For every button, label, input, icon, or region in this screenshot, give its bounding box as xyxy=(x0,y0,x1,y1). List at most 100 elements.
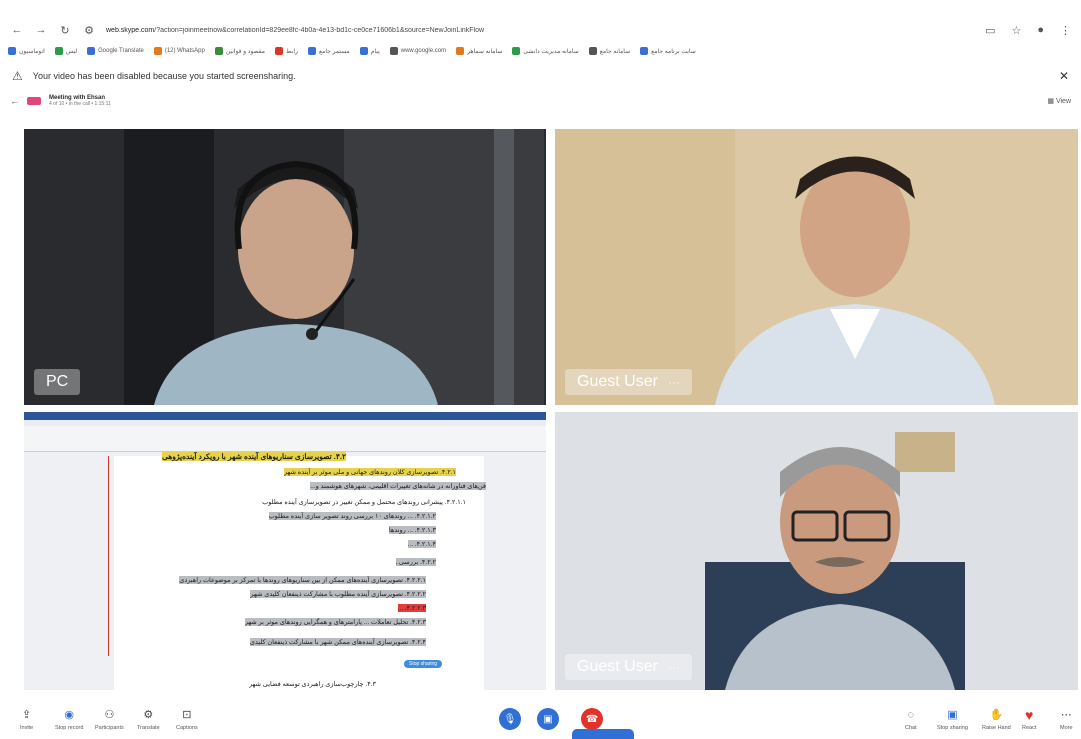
bookmark-label: رابط xyxy=(286,48,298,55)
react-button[interactable]: ♥ React xyxy=(1022,708,1036,731)
bookmark-favicon-icon xyxy=(307,47,316,55)
hang-up-icon: ☎ xyxy=(585,713,599,725)
view-button[interactable]: ▦ View xyxy=(1047,97,1071,105)
toolbar-label: Stop sharing xyxy=(937,725,968,731)
back-arrow-icon[interactable]: ← xyxy=(10,96,19,106)
address-bar: ← → ↻ ⚙ web.skype.com/?action=joinmeetno… xyxy=(0,18,1081,42)
toolbar-label: Translate xyxy=(137,725,160,731)
document-line: ۴.۲.۱. تصویرسازی کلان روندهای جهانی و مل… xyxy=(283,468,456,476)
chat-button[interactable]: ◌ Chat xyxy=(905,708,917,731)
star-icon[interactable]: ☆ xyxy=(1011,24,1021,37)
url-host: web.skype.com xyxy=(106,26,155,34)
participant-name: Guest User xyxy=(577,373,658,390)
invite-button[interactable]: ⇪ Invite xyxy=(20,708,33,731)
participants-icon: ⚇ xyxy=(104,709,115,721)
video-tile-guest-2[interactable]: Guest User ··· xyxy=(555,412,1078,690)
bookmark-label: سامانه جامع xyxy=(599,48,631,55)
toolbar-label: More xyxy=(1060,725,1073,731)
document-line: ۴.۲.۳. تحلیل تعاملات ... پارامترهای و هم… xyxy=(244,618,426,626)
toolbar-label: Chat xyxy=(905,725,917,731)
captions-button[interactable]: ⊡ Captions xyxy=(176,708,198,731)
toolbar-label: Invite xyxy=(20,725,34,731)
record-button[interactable]: ◉ Stop record xyxy=(55,708,83,731)
word-ribbon xyxy=(24,412,546,452)
profile-icon[interactable]: ● xyxy=(1037,24,1044,36)
bookmark-item[interactable]: پیام xyxy=(359,47,380,55)
close-icon[interactable]: ✕ xyxy=(1059,69,1069,83)
bookmark-favicon-icon xyxy=(8,47,16,55)
toolbar-label: Participants xyxy=(95,725,124,731)
url-path: /?action=joinmeetnow&correlationId=829ee… xyxy=(154,26,485,34)
bookmark-item[interactable]: سامانه جامع xyxy=(588,47,631,55)
bookmark-favicon-icon xyxy=(389,47,398,55)
bookmark-label: مقصود و قوانین xyxy=(225,48,265,55)
bookmark-item[interactable]: www.google.com xyxy=(389,47,446,55)
translate-icon: ⚙ xyxy=(143,709,154,721)
participant-name-badge: PC xyxy=(34,369,81,395)
call-toolbar: 🎙 ▣ ☎ ⇪ Invite ◉ Stop record ⚇ Participants ⚙ T… xyxy=(0,700,1081,739)
document-line: فن‌های فناورانه در شانه‌های تغییرات اقلی… xyxy=(310,482,486,490)
document-heading: ۴.۲. تصویرسازی سناریوهای آینده شهر با رو… xyxy=(162,452,346,461)
document-line: ۴.۲.۲. بررسی و تعیین پراکنش و همگرایی رو… xyxy=(396,558,436,566)
record-icon: ◉ xyxy=(64,709,75,721)
view-label: View xyxy=(1055,98,1071,105)
share-button[interactable]: ▣ Stop sharing xyxy=(937,708,968,731)
bookmark-item[interactable]: سامانه مدیریت دانشی xyxy=(512,47,579,55)
camera-button[interactable]: ▣ xyxy=(537,708,559,730)
raise-hand-icon: ✋ xyxy=(989,709,1004,721)
notice-text: Your video has been disabled because you… xyxy=(32,71,296,81)
share-icon: ▣ xyxy=(947,709,958,721)
reload-icon[interactable]: ↻ xyxy=(58,23,72,37)
meeting-info: Meeting with Ehsan 4 of 10 • in the call… xyxy=(49,95,111,107)
bookmark-favicon-icon xyxy=(512,47,521,55)
bookmark-favicon-icon xyxy=(275,47,283,55)
document-line: ۴.۳. چارچوب‌سازی راهبردی توسعه فضایی شهر xyxy=(248,681,376,688)
participant-name-badge: Guest User ··· xyxy=(565,654,692,680)
bookmark-item[interactable]: رابط xyxy=(275,47,298,55)
video-tile-pc[interactable]: PC xyxy=(24,129,546,405)
more-options-icon[interactable]: ··· xyxy=(668,660,680,674)
back-arrow-icon[interactable]: ← xyxy=(10,23,24,37)
bookmark-item[interactable]: سامانه سماهر xyxy=(456,47,502,55)
stop-sharing-pill[interactable]: Stop sharing xyxy=(404,660,443,668)
screenshare-notice: ⚠ Your video has been disabled because y… xyxy=(0,66,1081,86)
word-tabs xyxy=(24,420,546,426)
more-button[interactable]: ⋯ More xyxy=(1060,708,1073,731)
bookmark-item[interactable]: (12) WhatsApp xyxy=(153,47,205,55)
site-info-icon[interactable]: ⚙ xyxy=(82,23,96,37)
bookmark-label: پیام xyxy=(370,48,380,55)
bookmark-label: لیس xyxy=(65,48,78,55)
document-page xyxy=(114,456,484,690)
forward-arrow-icon[interactable]: → xyxy=(34,23,48,37)
menu-icon[interactable]: ⋮ xyxy=(1060,24,1071,37)
translate-button[interactable]: ⚙ Translate xyxy=(137,708,160,731)
microphone-button[interactable]: 🎙 xyxy=(499,708,521,730)
bookmark-label: (12) WhatsApp xyxy=(164,48,205,54)
more-options-icon[interactable]: ··· xyxy=(668,375,680,389)
meeting-header: ← Meeting with Ehsan 4 of 10 • in the ca… xyxy=(0,90,1081,112)
bookmark-label: سایت برنامه جامع xyxy=(651,48,696,55)
url-field[interactable]: web.skype.com/?action=joinmeetnow&correl… xyxy=(106,27,975,34)
bookmark-item[interactable]: Google Translate xyxy=(87,47,144,55)
more-icon: ⋯ xyxy=(1060,709,1072,721)
cast-icon[interactable]: ▭ xyxy=(985,24,995,37)
raise-hand-button[interactable]: ✋ Raise Hand xyxy=(982,708,1011,731)
bookmark-item[interactable]: لیس xyxy=(54,47,78,55)
react-icon: ♥ xyxy=(1025,707,1034,723)
chat-icon: ◌ xyxy=(907,709,915,721)
bookmark-item[interactable]: اتوماسیون xyxy=(8,47,45,55)
bookmark-item[interactable]: مستمر جامع xyxy=(307,47,350,55)
bookmark-favicon-icon xyxy=(153,47,162,55)
participant-name: Guest User xyxy=(577,658,658,675)
screenshare-tile[interactable]: ۴.۲. تصویرسازی سناریوهای آینده شهر با رو… xyxy=(24,412,546,690)
bookmarks-bar: اتوماسیون لیس Google Translate (12) WhatsAp… xyxy=(0,44,1081,58)
bookmark-item[interactable]: مقصود و قوانین xyxy=(214,47,265,55)
meeting-avatar xyxy=(27,97,41,105)
hang-up-button[interactable]: ☎ xyxy=(581,708,603,730)
bookmark-item[interactable]: سایت برنامه جامع xyxy=(640,47,696,55)
grid-icon: ▦ xyxy=(1047,98,1056,105)
participants-button[interactable]: ⚇ Participants xyxy=(95,708,124,731)
bookmark-favicon-icon xyxy=(54,47,63,55)
document-line: ۴.۲.۱.۴. ... xyxy=(407,540,436,548)
video-tile-guest-1[interactable]: Guest User ··· xyxy=(555,129,1078,405)
